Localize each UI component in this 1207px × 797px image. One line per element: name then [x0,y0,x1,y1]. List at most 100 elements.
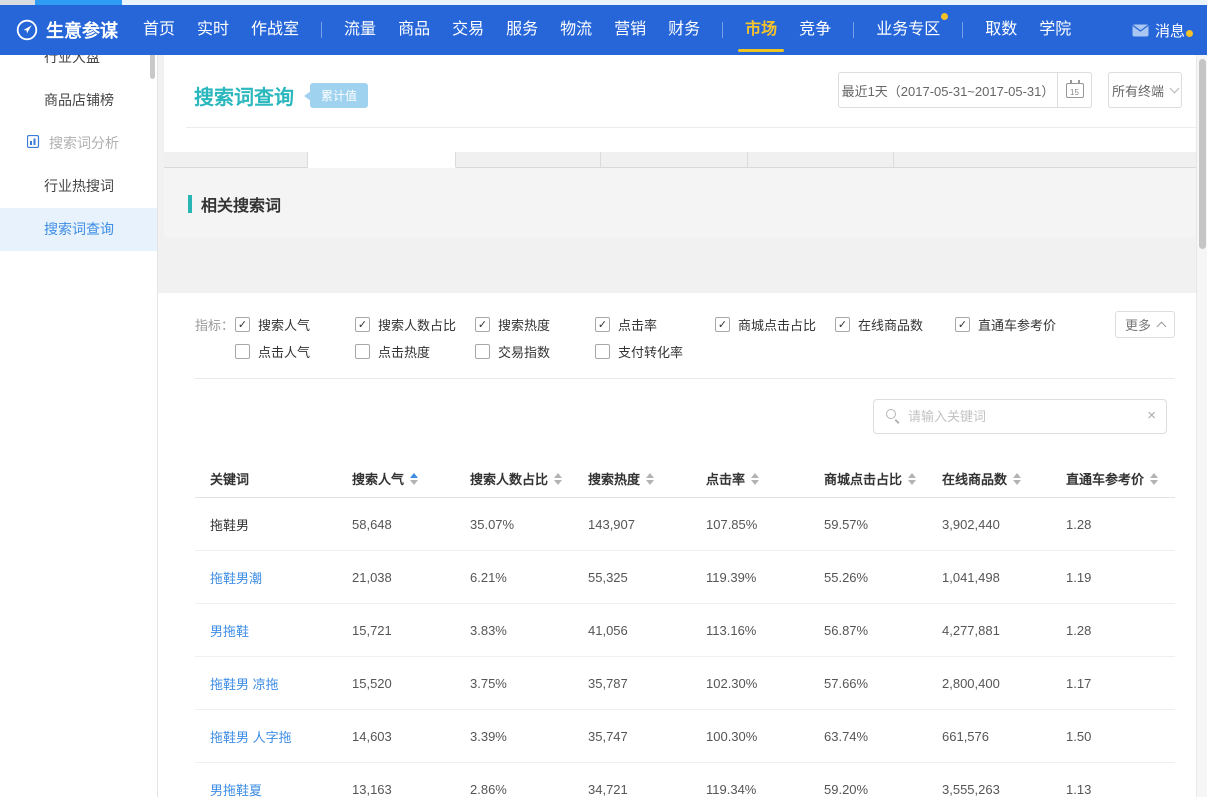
clear-search-icon[interactable]: × [1147,407,1156,424]
sort-icon[interactable] [751,473,759,485]
value-cell: 3.39% [470,729,588,744]
value-cell: 3,902,440 [942,517,1066,532]
checkbox-checked[interactable]: ✓ [235,317,250,332]
more-button[interactable]: 更多 [1115,311,1175,338]
keyword-cell[interactable]: 男拖鞋 [210,621,352,640]
checkbox-checked[interactable]: ✓ [955,317,970,332]
nav-divider [722,22,723,38]
metric-checkbox-直通车参考价[interactable]: ✓直通车参考价 [955,315,1075,334]
nav-item-10[interactable]: 财务 [668,5,700,55]
value-cell: 113.16% [706,623,824,638]
value-cell: 1,041,498 [942,570,1066,585]
keyword-cell[interactable]: 男拖鞋夏 [210,780,352,797]
checkbox-unchecked[interactable] [235,344,250,359]
keyword-cell[interactable]: 拖鞋男 人字拖 [210,727,352,746]
sort-icon[interactable] [410,473,418,485]
terminal-filter-dropdown[interactable]: 所有终端 [1108,72,1182,108]
metric-checkbox-点击热度[interactable]: 点击热度 [355,342,475,361]
sidebar-item-1[interactable]: 行业大盘 [0,55,157,79]
keyword-cell[interactable]: 拖鞋男 凉拖 [210,674,352,693]
sort-icon[interactable] [1150,473,1158,485]
column-header-搜索热度[interactable]: 搜索热度 [588,469,706,488]
tab-3[interactable] [456,152,601,168]
calendar-button[interactable]: 15 [1057,73,1091,107]
metric-checkbox-支付转化率[interactable]: 支付转化率 [595,342,715,361]
value-cell: 63.74% [824,729,942,744]
nav-item-14[interactable]: 取数 [985,5,1017,55]
metric-checkbox-点击率[interactable]: ✓点击率 [595,315,715,334]
metric-checkbox-搜索人气[interactable]: ✓搜索人气 [235,315,355,334]
value-cell: 3.83% [470,623,588,638]
column-header-搜索人气[interactable]: 搜索人气 [352,469,470,488]
metric-checkbox-点击人气[interactable]: 点击人气 [235,342,355,361]
checkbox-checked[interactable]: ✓ [475,317,490,332]
metric-checkbox-交易指数[interactable]: 交易指数 [475,342,595,361]
nav-item-12[interactable]: 竞争 [799,5,831,55]
page-scrollbar-thumb[interactable] [1199,59,1206,249]
sidebar-item-2[interactable]: 商品店铺榜 [0,79,157,122]
sidebar-item-label: 商品店铺榜 [44,92,114,108]
column-header-label: 关键词 [210,469,249,488]
more-label: 更多 [1125,315,1151,334]
metric-checkbox-商城点击占比[interactable]: ✓商城点击占比 [715,315,835,334]
nav-item-3[interactable]: 作战室 [251,5,299,55]
column-header-搜索人数占比[interactable]: 搜索人数占比 [470,469,588,488]
notification-dot [941,13,948,20]
value-cell: 21,038 [352,570,470,585]
nav-item-8[interactable]: 物流 [560,5,592,55]
metric-checkbox-搜索热度[interactable]: ✓ 搜索热度 [475,315,595,334]
nav-item-4[interactable]: 流量 [344,5,376,55]
checkbox-checked[interactable]: ✓ [595,317,610,332]
metrics-row-2: 点击人气点击热度交易指数支付转化率 [195,342,715,361]
metric-checkbox-搜索人数占比[interactable]: ✓搜索人数占比 [355,315,475,334]
tab-2-active[interactable] [308,152,456,168]
sort-icon[interactable] [908,473,916,485]
sidebar-item-5[interactable]: 搜索词查询 [0,208,157,251]
terminal-filter-value: 所有终端 [1112,81,1164,100]
table-row-1: 拖鞋男58,64835.07%143,907107.85%59.57%3,902… [195,498,1175,551]
page-scrollbar[interactable] [1196,55,1207,797]
tab-1[interactable] [164,152,308,168]
nav-item-6[interactable]: 交易 [452,5,484,55]
sidebar-item-4[interactable]: 行业热搜词 [0,165,157,208]
messages-button[interactable]: 消息 [1132,20,1191,41]
keyword-cell[interactable]: 拖鞋男潮 [210,568,352,587]
column-header-点击率[interactable]: 点击率 [706,469,824,488]
brand[interactable]: 生意参谋 [16,17,118,43]
tab-4[interactable] [601,152,748,168]
nav-item-2[interactable]: 实时 [197,5,229,55]
metric-checkbox-在线商品数[interactable]: ✓在线商品数 [835,315,955,334]
sort-icon[interactable] [1013,473,1021,485]
checkbox-unchecked[interactable] [595,344,610,359]
date-range-picker[interactable]: 最近1天（2017-05-31~2017-05-31） 15 [838,72,1092,108]
nav-item-9[interactable]: 营销 [614,5,646,55]
column-header-直通车参考价[interactable]: 直通车参考价 [1066,469,1175,488]
tab-5[interactable] [748,152,894,168]
metrics-label: 指标： [195,315,235,334]
nav-item-11[interactable]: 市场 [745,5,777,55]
column-header-商城点击占比[interactable]: 商城点击占比 [824,469,942,488]
nav-item-13[interactable]: 业务专区 [876,5,940,55]
sort-icon[interactable] [646,473,654,485]
value-cell: 1.50 [1066,729,1175,744]
date-range-value[interactable]: 最近1天（2017-05-31~2017-05-31） [839,73,1057,107]
sidebar-scrollbar[interactable] [150,55,155,79]
section-band: 相关搜索词 [164,168,1196,238]
checkbox-unchecked[interactable] [475,344,490,359]
nav-item-5[interactable]: 商品 [398,5,430,55]
checkbox-checked[interactable]: ✓ [355,317,370,332]
report-icon [27,122,41,165]
nav-item-1[interactable]: 首页 [143,5,175,55]
sort-icon[interactable] [554,473,562,485]
checkbox-checked[interactable]: ✓ [715,317,730,332]
checkbox-unchecked[interactable] [355,344,370,359]
keyword-search-input[interactable] [908,400,1138,433]
nav-item-15[interactable]: 学院 [1039,5,1071,55]
cumulative-badge: 累计值 [310,83,368,108]
nav-item-7[interactable]: 服务 [506,5,538,55]
column-header-在线商品数[interactable]: 在线商品数 [942,469,1066,488]
value-cell: 41,056 [588,623,706,638]
sort-down-arrow [1150,480,1158,485]
checkbox-checked[interactable]: ✓ [835,317,850,332]
metric-label: 搜索热度 [498,315,550,334]
